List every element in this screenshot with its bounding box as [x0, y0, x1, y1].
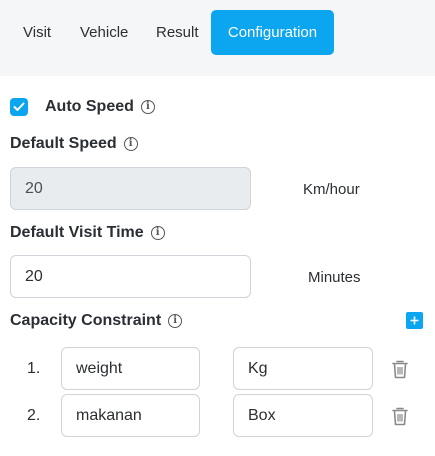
tab-visit[interactable]: Visit	[11, 10, 63, 55]
auto-speed-checkbox[interactable]	[10, 98, 28, 116]
default-visit-time-input[interactable]: 20	[10, 255, 251, 298]
constraint-unit-input[interactable]: Kg	[233, 347, 373, 390]
capacity-constraint-label: Capacity Constraint	[10, 312, 162, 329]
constraint-number: 1.	[27, 360, 41, 377]
info-icon[interactable]: i	[168, 314, 183, 328]
default-visit-time-label: Default Visit Time	[10, 224, 144, 241]
trash-icon[interactable]	[391, 406, 409, 426]
default-speed-unit: Km/hour	[303, 181, 360, 198]
auto-speed-label: Auto Speed	[45, 98, 134, 115]
default-speed-input[interactable]: 20	[10, 167, 251, 210]
default-visit-time-unit: Minutes	[308, 269, 361, 286]
constraint-name-input[interactable]: makanan	[61, 394, 200, 437]
info-icon[interactable]: i	[123, 137, 138, 151]
constraint-unit-input[interactable]: Box	[233, 394, 373, 437]
tab-vehicle[interactable]: Vehicle	[68, 10, 140, 55]
default-speed-label: Default Speed	[10, 135, 117, 152]
info-icon[interactable]: i	[140, 100, 155, 114]
tab-result[interactable]: Result	[144, 10, 211, 55]
add-constraint-button[interactable]	[406, 312, 423, 329]
constraint-number: 2.	[27, 407, 41, 424]
constraint-name-input[interactable]: weight	[61, 347, 200, 390]
auto-speed-row: Auto Speed i	[10, 98, 155, 116]
plus-icon	[410, 316, 419, 325]
checkmark-icon	[13, 102, 25, 111]
capacity-constraint-label-row: Capacity Constraint i	[10, 312, 183, 330]
info-icon[interactable]: i	[150, 226, 165, 240]
default-speed-label-row: Default Speed i	[10, 135, 138, 153]
trash-icon[interactable]	[391, 359, 409, 379]
tab-bar: Visit Vehicle Result Configuration	[0, 0, 435, 76]
tab-configuration[interactable]: Configuration	[211, 10, 334, 55]
default-visit-time-label-row: Default Visit Time i	[10, 224, 165, 242]
